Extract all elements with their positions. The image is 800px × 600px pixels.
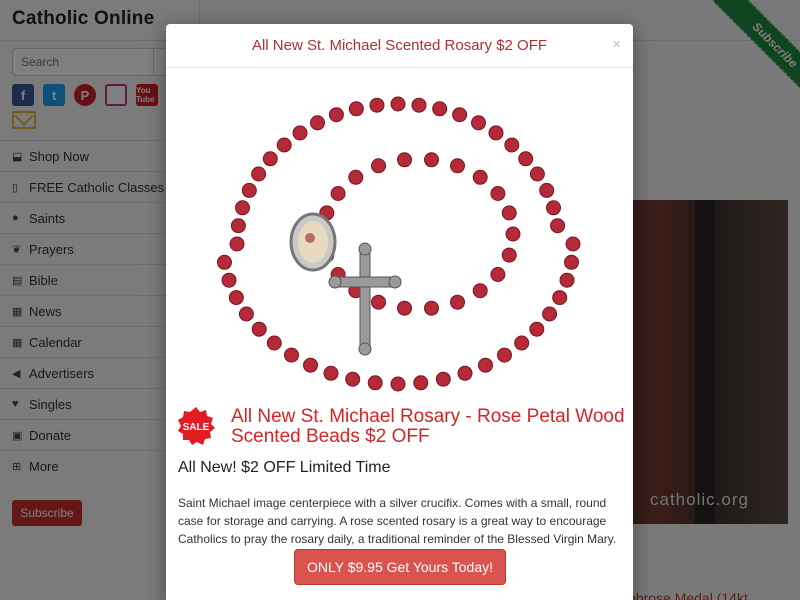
rosary-bead [490, 267, 506, 282]
rosary-bead [303, 357, 318, 373]
rosary-bead [238, 306, 254, 322]
rosary-bead [369, 97, 385, 113]
rosary-bead [367, 375, 383, 391]
rosary-bead [262, 151, 278, 167]
product-title[interactable]: All New St. Michael Rosary - Rose Petal … [231, 407, 631, 447]
rosary-bead [229, 236, 245, 252]
rosary-bead [471, 115, 486, 131]
rosary-bead [514, 335, 530, 351]
promo-subline: All New! $2 OFF Limited Time [178, 459, 391, 476]
rosary-bead [397, 300, 412, 316]
close-icon[interactable]: × [612, 36, 621, 53]
rosary-bead [424, 152, 439, 168]
rosary-bead [221, 272, 237, 288]
rosary-bead [251, 166, 267, 182]
buy-now-button[interactable]: ONLY $9.95 Get Yours Today! [294, 549, 506, 585]
rosary-bead [529, 166, 545, 182]
rosary-bead [504, 137, 520, 153]
medal-icon [289, 212, 337, 272]
rosary-bead [478, 357, 493, 373]
rosary-bead [432, 101, 448, 117]
rosary-bead [450, 294, 465, 310]
rosary-beads [217, 96, 581, 392]
rosary-bead [328, 107, 344, 123]
rosary-bead [518, 151, 534, 167]
rosary-bead [323, 365, 339, 381]
rosary-bead [345, 371, 361, 387]
rosary-bead [457, 365, 473, 381]
rosary-bead [348, 169, 364, 185]
svg-text:SALE: SALE [183, 422, 210, 433]
rosary-bead [292, 125, 308, 141]
rosary-bead [390, 376, 406, 392]
rosary-bead [539, 182, 555, 198]
rosary-bead [310, 115, 325, 131]
rosary-bead [251, 321, 267, 337]
promo-modal: All New St. Michael Scented Rosary $2 OF… [166, 24, 633, 600]
rosary-image [217, 96, 581, 392]
rosary-bead [501, 205, 517, 221]
rosary-bead [564, 254, 579, 270]
modal-header: All New St. Michael Scented Rosary $2 OF… [166, 24, 633, 68]
rosary-bead [450, 158, 465, 174]
rosary-bead [435, 371, 451, 387]
product-description: Saint Michael image centerpiece with a s… [178, 496, 617, 546]
rosary-bead [501, 247, 517, 263]
rosary-bead [490, 186, 506, 201]
rosary-bead [488, 125, 504, 141]
rosary-bead [559, 272, 575, 288]
rosary-bead [542, 306, 558, 322]
rosary-bead [241, 182, 257, 198]
crucifix-icon [328, 242, 402, 356]
rosary-bead [529, 321, 545, 337]
rosary-bead [550, 218, 566, 234]
rosary-bead [371, 158, 386, 174]
rosary-bead [330, 186, 346, 201]
sale-badge: SALE [178, 407, 215, 445]
rosary-bead [276, 137, 292, 153]
rosary-bead [546, 200, 561, 216]
rosary-bead [217, 254, 232, 270]
rosary-bead [552, 290, 568, 306]
rosary-bead [266, 335, 282, 351]
rosary-bead [284, 347, 299, 363]
modal-title: All New St. Michael Scented Rosary $2 OF… [251, 37, 548, 54]
rosary-bead [424, 300, 439, 316]
rosary-bead [565, 236, 581, 252]
rosary-bead [505, 226, 521, 242]
rosary-bead [390, 96, 406, 112]
rosary-bead [235, 200, 250, 216]
rosary-bead [228, 290, 244, 306]
rosary-bead [230, 218, 246, 234]
rosary-bead [497, 347, 512, 363]
rosary-bead [348, 101, 364, 117]
rosary-bead [397, 152, 412, 168]
rosary-bead [472, 283, 488, 299]
rosary-bead [413, 375, 429, 391]
rosary-bead [472, 169, 488, 185]
rosary-bead [452, 107, 468, 123]
rosary-bead [371, 294, 386, 310]
rosary-bead [411, 97, 427, 113]
